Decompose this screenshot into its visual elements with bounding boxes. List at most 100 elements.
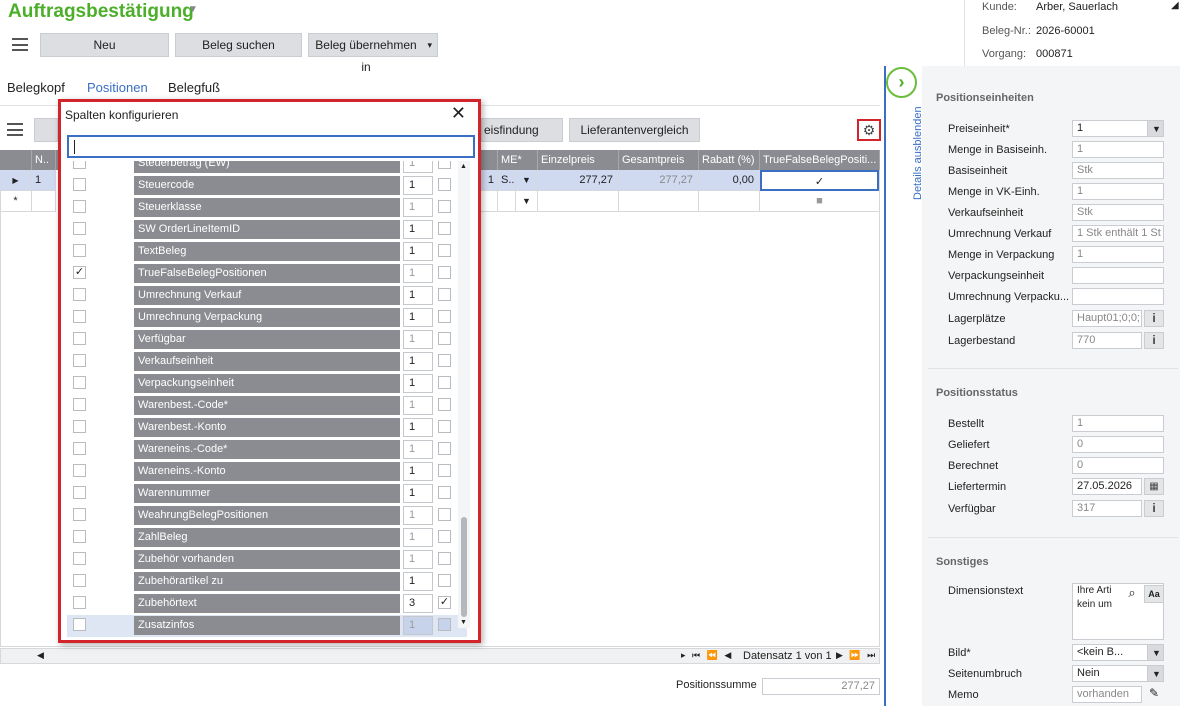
field-bild[interactable]: <kein B... ▼ [1072, 644, 1164, 661]
column-order-input[interactable]: 1 [403, 396, 433, 415]
column-option-checkbox[interactable] [438, 354, 451, 367]
field-verkaufseinheit[interactable]: Stk [1072, 204, 1164, 221]
new-cell-qty[interactable] [481, 191, 498, 212]
cell-einzelpreis[interactable]: 277,27 [538, 170, 619, 191]
column-order-input[interactable]: 1 [403, 462, 433, 481]
chevron-down-icon[interactable]: ▼ [1147, 645, 1163, 660]
show-column-checkbox[interactable] [73, 288, 86, 301]
show-column-checkbox[interactable] [73, 354, 86, 367]
column-option-checkbox[interactable] [438, 618, 451, 631]
field-liefertermin[interactable]: 27.05.2026 [1072, 478, 1142, 495]
column-option-checkbox[interactable] [438, 222, 451, 235]
collapse-icon[interactable]: ◢ [1171, 0, 1179, 11]
list-item[interactable]: SW OrderLineItemID 1 [67, 219, 467, 241]
chevron-down-icon[interactable]: ▼ [1147, 666, 1163, 681]
field-verp-einheit[interactable] [1072, 267, 1164, 284]
column-order-input[interactable]: 1 [403, 484, 433, 503]
show-column-checkbox[interactable] [73, 332, 86, 345]
search-icon[interactable]: ⌕ [1122, 585, 1142, 603]
column-option-checkbox[interactable] [438, 486, 451, 499]
column-option-checkbox[interactable] [438, 244, 451, 257]
info-icon[interactable]: i [1144, 500, 1164, 517]
font-icon[interactable]: Aa [1144, 585, 1164, 603]
column-option-checkbox[interactable] [438, 266, 451, 279]
show-column-checkbox[interactable] [73, 596, 86, 609]
show-column-checkbox[interactable] [73, 618, 86, 631]
show-column-checkbox[interactable] [73, 178, 86, 191]
show-column-checkbox[interactable] [73, 486, 86, 499]
new-me-dropdown-icon[interactable]: ▼ [516, 191, 538, 212]
cell-rabatt[interactable]: 0,00 [699, 170, 760, 191]
tab-positionen[interactable]: Positionen [87, 80, 148, 95]
next-last-icons[interactable]: ▶ ⏩ ⏭ [836, 650, 877, 661]
new-cell-rabatt[interactable] [699, 191, 760, 212]
scroll-left-icon[interactable]: ◀ [37, 650, 44, 661]
field-preiseinheit[interactable]: 1 ▼ [1072, 120, 1164, 137]
field-umr-verkauf[interactable]: 1 Stk enthält 1 St [1072, 225, 1164, 242]
show-column-checkbox[interactable] [73, 244, 86, 257]
field-menge-vk[interactable]: 1 [1072, 183, 1164, 200]
scrollbar-thumb[interactable] [461, 517, 467, 617]
column-option-checkbox[interactable] [438, 420, 451, 433]
me-dropdown-icon[interactable]: ▼ [516, 170, 538, 191]
price-finding-button[interactable]: eisfindung [481, 118, 563, 142]
column-option-checkbox[interactable] [438, 200, 451, 213]
info-icon[interactable]: i [1144, 310, 1164, 327]
column-order-input[interactable]: 1 [403, 572, 433, 591]
column-search-input[interactable] [67, 135, 475, 158]
list-item[interactable]: Zusatzinfos 1 [67, 615, 467, 637]
show-column-checkbox[interactable] [73, 200, 86, 213]
column-order-input[interactable]: 1 [403, 264, 433, 283]
menu-icon[interactable] [12, 38, 28, 51]
show-column-checkbox[interactable]: ✓ [73, 266, 86, 279]
column-option-checkbox[interactable] [438, 178, 451, 191]
header-nr[interactable]: N.. [32, 150, 56, 170]
header-me[interactable]: ME* [498, 150, 538, 170]
list-item[interactable]: WeahrungBelegPositionen 1 [67, 505, 467, 527]
show-column-checkbox[interactable] [73, 552, 86, 565]
column-order-input[interactable]: 1 [403, 352, 433, 371]
chevron-right-icon[interactable]: › [886, 67, 917, 98]
cell-gesamtpreis[interactable]: 277,27 [619, 170, 699, 191]
show-column-checkbox[interactable] [73, 442, 86, 455]
edit-icon[interactable]: ✎ [1144, 686, 1164, 703]
list-item[interactable]: Zubehör vorhanden 1 [67, 549, 467, 571]
scroll-down-icon[interactable]: ▼ [460, 619, 467, 626]
column-option-checkbox[interactable] [438, 288, 451, 301]
tab-belegkopf[interactable]: Belegkopf [7, 80, 65, 95]
show-column-checkbox[interactable] [73, 310, 86, 323]
first-prev-icons[interactable]: ▸ ⏮ ⏪ ◀ [681, 650, 733, 661]
list-item[interactable]: Zubehörartikel zu 1 [67, 571, 467, 593]
list-item[interactable]: Verfügbar 1 [67, 329, 467, 351]
list-item[interactable]: Steuerklasse 1 [67, 197, 467, 219]
column-option-checkbox[interactable] [438, 552, 451, 565]
new-cell-einzelpreis[interactable] [538, 191, 619, 212]
show-column-checkbox[interactable] [73, 464, 86, 477]
show-column-checkbox[interactable] [73, 420, 86, 433]
calendar-icon[interactable]: ▦ [1144, 478, 1164, 495]
column-order-input[interactable]: 1 [403, 220, 433, 239]
column-option-checkbox[interactable] [438, 398, 451, 411]
gear-icon[interactable]: ⚙ [857, 119, 881, 141]
field-geliefert[interactable]: 0 [1072, 436, 1164, 453]
column-order-input[interactable]: 1 [403, 506, 433, 525]
column-order-input[interactable]: 1 [403, 198, 433, 217]
column-option-checkbox[interactable] [438, 376, 451, 389]
column-option-checkbox[interactable] [438, 332, 451, 345]
close-icon[interactable]: ✕ [451, 103, 466, 124]
new-button[interactable]: Neu [40, 33, 169, 57]
cell-qty[interactable]: 1 [481, 170, 498, 191]
show-column-checkbox[interactable] [73, 530, 86, 543]
list-item[interactable]: TextBeleg 1 [67, 241, 467, 263]
show-column-checkbox[interactable] [73, 161, 86, 169]
list-item[interactable]: Wareneins.-Konto 1 [67, 461, 467, 483]
field-lagerbestand[interactable]: 770 [1072, 332, 1142, 349]
supplier-comparison-button[interactable]: Lieferantenvergleich [569, 118, 700, 142]
info-icon[interactable]: i [1144, 332, 1164, 349]
column-order-input[interactable]: 1 [403, 550, 433, 569]
new-cell-me[interactable] [498, 191, 516, 212]
list-item[interactable]: ZahlBeleg 1 [67, 527, 467, 549]
title-dropdown-icon[interactable]: ▼ [188, 4, 198, 15]
column-option-checkbox[interactable] [438, 530, 451, 543]
field-menge-verp[interactable]: 1 [1072, 246, 1164, 263]
